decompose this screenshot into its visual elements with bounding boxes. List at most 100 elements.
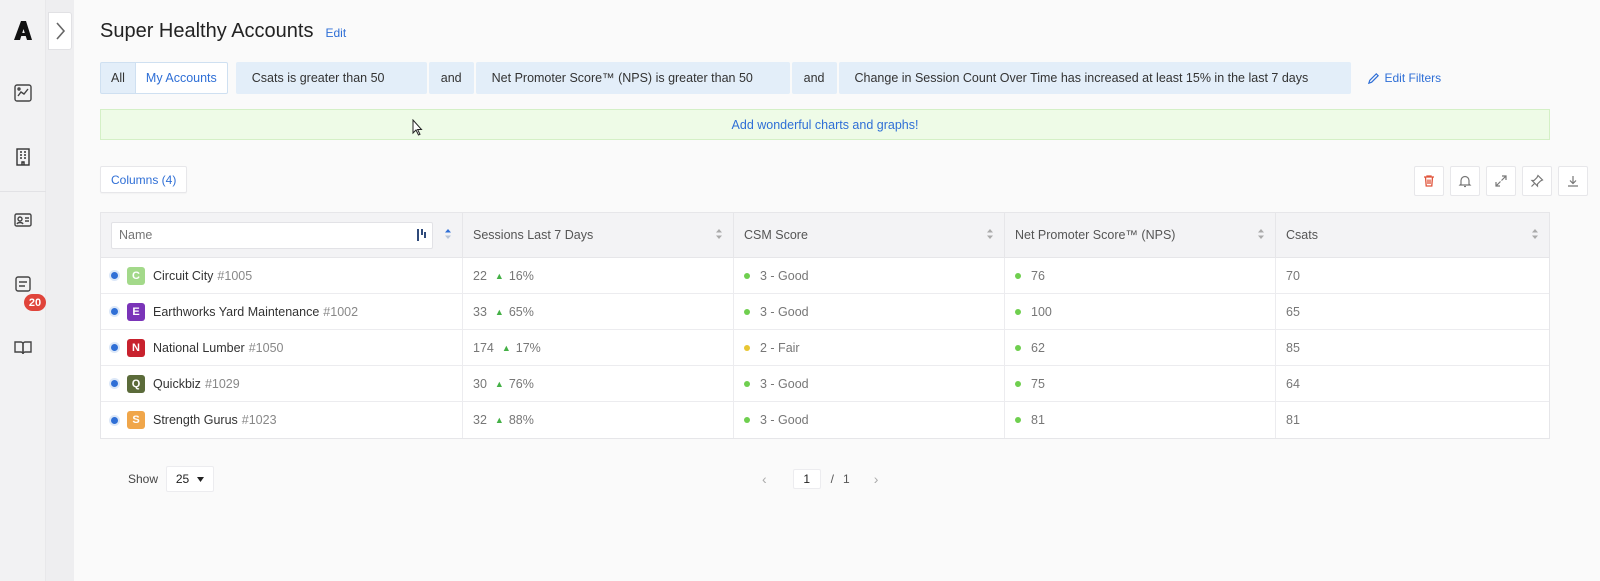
page-title: Super Healthy Accounts (100, 20, 314, 42)
status-dot-icon (1015, 308, 1021, 315)
row-select-indicator[interactable] (111, 416, 118, 424)
pin-button[interactable] (1522, 166, 1552, 196)
account-name[interactable]: Circuit City (153, 269, 213, 283)
status-dot-icon (1015, 417, 1021, 423)
account-avatar: N (127, 338, 145, 357)
trash-icon (1424, 175, 1434, 187)
tab-my-accounts[interactable]: My Accounts (135, 62, 228, 94)
column-header-label: Csats (1286, 228, 1318, 242)
edit-filters-label: Edit Filters (1384, 71, 1442, 85)
filter-condition-sessions[interactable]: Change in Session Count Over Time has in… (838, 62, 1351, 94)
sort-icon[interactable] (444, 228, 452, 240)
account-avatar: Q (127, 374, 145, 393)
account-avatar: E (127, 302, 145, 321)
sort-icon[interactable] (715, 228, 723, 240)
column-header-csm-score[interactable]: CSM Score (734, 213, 1005, 257)
column-toggle-icon[interactable] (417, 228, 427, 242)
csm-score-value: 2 - Fair (760, 340, 800, 355)
cell-account[interactable]: C Circuit City #1005 (101, 258, 463, 293)
column-header-csats[interactable]: Csats (1276, 213, 1549, 257)
notify-button[interactable] (1450, 166, 1480, 196)
edit-filters-button[interactable]: Edit Filters (1367, 71, 1442, 85)
trend-up-icon: ▲ (494, 270, 504, 281)
table-row[interactable]: S Strength Gurus #1023 32 ▲ 88% 3 - Good 81 81 (101, 402, 1549, 438)
column-header-label: Net Promoter Score™ (NPS) (1015, 228, 1176, 242)
sessions-value: 33 (473, 304, 487, 319)
book-icon[interactable] (11, 336, 35, 360)
column-header-sessions[interactable]: Sessions Last 7 Days (463, 213, 734, 257)
current-page-input[interactable]: 1 (792, 469, 821, 489)
sessions-trend: 76% (508, 376, 534, 391)
csats-value: 70 (1286, 268, 1300, 283)
table-row[interactable]: E Earthworks Yard Maintenance #1002 33 ▲ 65% 3… (101, 294, 1549, 330)
row-select-indicator[interactable] (111, 380, 118, 387)
table-row[interactable]: C Circuit City #1005 22 ▲ 16% 3 - Good 76 70 (101, 258, 1549, 294)
csats-value: 64 (1286, 376, 1300, 391)
csats-value: 81 (1286, 413, 1300, 427)
name-filter-input[interactable] (111, 221, 433, 249)
notification-badge: 20 (24, 294, 46, 311)
columns-button[interactable]: Columns (4) (100, 166, 188, 193)
account-id: #1023 (241, 413, 277, 427)
nps-value: 62 (1031, 340, 1045, 355)
dashboard-icon[interactable] (11, 81, 35, 105)
status-dot-icon (1015, 344, 1021, 351)
expand-sidebar-button[interactable] (48, 12, 72, 50)
account-avatar: C (127, 266, 145, 285)
charts-banner[interactable]: Add wonderful charts and graphs! (100, 109, 1550, 140)
cell-account[interactable]: N National Lumber #1050 (101, 330, 463, 365)
table-body: C Circuit City #1005 22 ▲ 16% 3 - Good 76 70 E Ear… (101, 258, 1549, 438)
chevron-right-icon (56, 22, 66, 40)
row-select-indicator[interactable] (111, 308, 118, 315)
sort-icon[interactable] (1531, 228, 1539, 240)
page-size-value: 25 (175, 472, 190, 486)
cell-csats: 64 (1276, 366, 1549, 401)
filter-condition-nps[interactable]: Net Promoter Score™ (NPS) is greater tha… (475, 62, 790, 94)
status-dot-icon (744, 380, 750, 387)
contact-card-icon[interactable] (11, 208, 35, 232)
left-rail: 20 (0, 0, 46, 581)
building-icon[interactable] (11, 145, 35, 169)
filter-joiner: and (428, 62, 474, 94)
row-select-indicator[interactable] (111, 344, 118, 351)
account-name[interactable]: Earthworks Yard Maintenance (153, 305, 319, 319)
account-name[interactable]: Quickbiz (153, 377, 201, 391)
column-header-nps[interactable]: Net Promoter Score™ (NPS) (1005, 213, 1276, 257)
download-button[interactable] (1558, 166, 1588, 196)
row-select-indicator[interactable] (111, 272, 118, 279)
filter-joiner: and (791, 62, 837, 94)
cell-csm-score: 3 - Good (734, 402, 1005, 438)
table-row[interactable]: Q Quickbiz #1029 30 ▲ 76% 3 - Good 75 64 (101, 366, 1549, 402)
sort-icon[interactable] (986, 228, 994, 240)
expand-button[interactable] (1486, 166, 1516, 196)
sessions-trend: 16% (508, 268, 534, 283)
table-header: Sessions Last 7 Days CSM Score Net Promo… (101, 213, 1549, 258)
rail-divider (0, 191, 46, 192)
page-size-select[interactable]: 25 (166, 466, 215, 492)
sidebar-collapse-strip (46, 0, 74, 581)
csats-value: 65 (1286, 304, 1300, 319)
tasks-icon[interactable] (11, 272, 35, 296)
next-page-icon[interactable]: › (874, 471, 879, 487)
prev-page-icon[interactable]: ‹ (762, 471, 767, 487)
delete-button[interactable] (1414, 166, 1444, 196)
cell-nps: 81 (1005, 402, 1276, 438)
sort-icon[interactable] (1257, 228, 1265, 240)
cell-csats: 81 (1276, 402, 1549, 438)
sessions-value: 22 (473, 268, 487, 283)
account-name[interactable]: Strength Gurus (153, 413, 238, 427)
cell-sessions: 33 ▲ 65% (463, 294, 734, 329)
filter-condition-csats[interactable]: Csats is greater than 50 (235, 62, 427, 94)
cell-account[interactable]: Q Quickbiz #1029 (101, 366, 463, 401)
banner-text[interactable]: Add wonderful charts and graphs! (732, 118, 919, 132)
cell-account[interactable]: S Strength Gurus #1023 (101, 402, 463, 438)
tab-all[interactable]: All (100, 62, 136, 94)
cell-account[interactable]: E Earthworks Yard Maintenance #1002 (101, 294, 463, 329)
app-logo[interactable] (11, 18, 35, 42)
download-icon (1568, 176, 1578, 187)
account-name[interactable]: National Lumber (153, 341, 245, 355)
column-header-label: Sessions Last 7 Days (473, 228, 594, 242)
edit-title-link[interactable]: Edit (325, 26, 346, 40)
table-row[interactable]: N National Lumber #1050 174 ▲ 17% 2 - Fair 62 85 (101, 330, 1549, 366)
account-id: #1005 (217, 268, 253, 283)
